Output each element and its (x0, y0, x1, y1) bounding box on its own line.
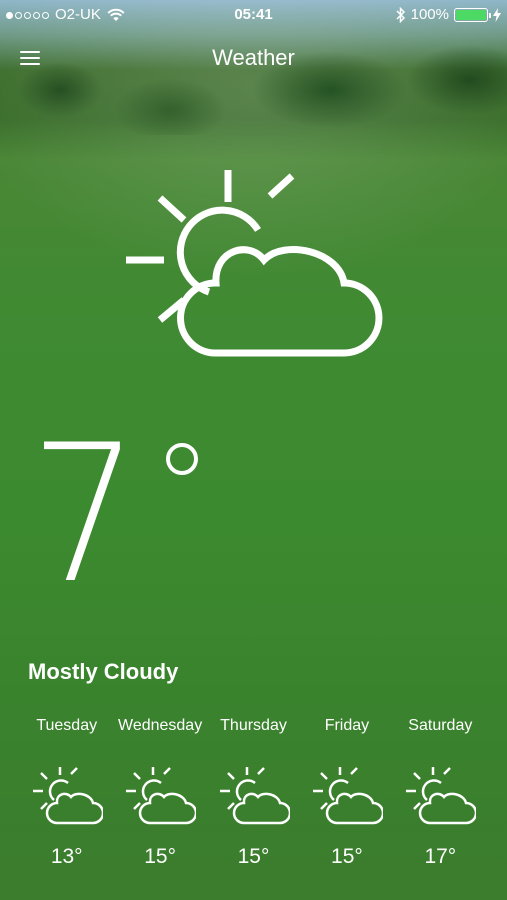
status-bar: O2-UK 05:41 100% (0, 0, 507, 30)
status-right: 100% (396, 0, 501, 30)
forecast-day-temp: 15° (331, 845, 363, 868)
partly-cloudy-icon (219, 767, 290, 825)
forecast-day-name: Friday (324, 717, 370, 734)
battery-icon (454, 8, 491, 22)
condition-label: Mostly Cloudy (28, 659, 179, 684)
partly-cloudy-icon (126, 170, 383, 357)
forecast-day: Wednesday 15° (113, 715, 206, 869)
forecast-day: Tuesday 13° (20, 715, 113, 869)
page-title: Weather (212, 45, 295, 70)
partly-cloudy-icon (126, 767, 197, 825)
forecast-day-name: Thursday (220, 717, 287, 734)
forecast-day-temp: 17° (424, 845, 457, 868)
navigation-bar: Weather (0, 36, 507, 80)
forecast-day-name: Wednesday (118, 717, 203, 734)
temperature-value: 7 (30, 404, 139, 625)
forecast-day-name: Tuesday (36, 717, 98, 734)
forecast-day-temp: 13° (50, 845, 83, 868)
forecast-day-temp: 15° (144, 845, 176, 868)
current-temperature: 7 (30, 420, 139, 610)
forecast-day: Saturday 17° (394, 715, 487, 869)
forecast-list: Tuesday 13° Wednesday 15° Thursday 15° F… (20, 715, 487, 869)
forecast-day: Friday 15° (300, 715, 393, 869)
partly-cloudy-icon (312, 767, 383, 825)
forecast-day: Thursday 15° (207, 715, 300, 869)
partly-cloudy-icon (406, 767, 477, 825)
bluetooth-icon (396, 7, 405, 23)
partly-cloudy-icon (32, 767, 103, 825)
degree-symbol (166, 443, 198, 475)
charging-icon (493, 8, 501, 22)
forecast-day-temp: 15° (237, 845, 270, 868)
battery-percent: 100% (410, 6, 449, 23)
forecast-day-name: Saturday (408, 717, 473, 734)
